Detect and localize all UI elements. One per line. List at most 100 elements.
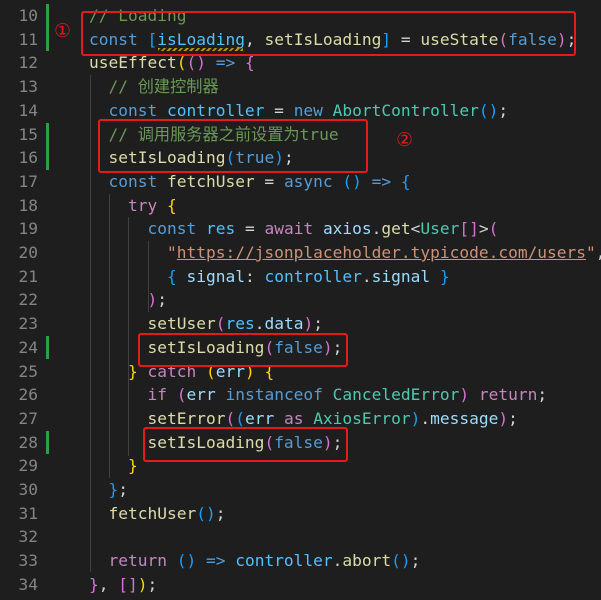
code-token: err [186, 385, 216, 405]
line-number: 19 [18, 219, 39, 239]
code-token: setUser [89, 314, 216, 334]
line-code: return () => controller.abort(); [89, 549, 420, 573]
line-number: 23 [18, 314, 39, 334]
code-token: . [361, 266, 372, 286]
line-code: try { [89, 194, 177, 218]
line-code: "https://jsonplaceholder.typicode.com/us… [89, 241, 601, 265]
code-token: { [166, 266, 177, 286]
code-token: signal [176, 266, 245, 286]
code-token: " [89, 243, 177, 262]
code-token: // 创建控制器 [89, 77, 219, 97]
code-token: = [264, 100, 294, 120]
code-token: ; [215, 503, 226, 523]
line-number: 21 [18, 266, 39, 286]
line-code: const fetchUser = async () => { [89, 170, 411, 194]
code-token: CanceledError [332, 385, 460, 405]
code-token: const [89, 171, 167, 191]
code-token: new [293, 100, 333, 120]
code-token: ( [176, 385, 187, 405]
code-token: controller [166, 100, 265, 120]
code-token: " [586, 243, 596, 262]
line-number: 22 [18, 290, 39, 310]
annotation-badge-2: ② [396, 129, 414, 151]
code-token: ; [118, 480, 128, 499]
line-code: { signal: controller.signal } [89, 265, 450, 289]
code-token: () [186, 53, 206, 73]
code-token: await [264, 219, 323, 239]
line-number: 17 [18, 171, 39, 191]
code-token: ( [488, 219, 499, 239]
code-token: } [108, 480, 119, 499]
code-token: ; [508, 408, 518, 428]
code-token: ( [215, 314, 226, 334]
line-number: 27 [18, 408, 39, 428]
code-token: { [400, 171, 411, 191]
code-token: as [274, 408, 314, 428]
code-token: axios [322, 219, 372, 239]
code-token: fetchUser [89, 503, 197, 523]
code-token: () [196, 503, 216, 523]
code-token: async [283, 171, 343, 191]
line-number: 34 [18, 574, 39, 594]
code-token: data [264, 314, 304, 334]
indent-guide [148, 241, 149, 312]
code-token: } [127, 456, 138, 476]
line-number: 20 [18, 243, 39, 262]
code-token: = [235, 219, 265, 239]
line-code: }; [89, 478, 129, 502]
code-token: [] [459, 219, 479, 239]
code-token: ) [303, 314, 314, 334]
code-token: return [89, 551, 177, 571]
code-token: < [410, 219, 421, 239]
gutter-modified-marker [46, 146, 49, 170]
code-token: . [420, 408, 431, 428]
gutter-modified-marker [46, 430, 49, 455]
code-token: res [205, 219, 236, 239]
code-token: return [469, 385, 538, 405]
line-number: 26 [18, 385, 39, 405]
gutter-modified-marker [46, 122, 49, 147]
code-token: { [244, 53, 255, 73]
line-number: 15 [18, 124, 39, 144]
code-token: ( [225, 408, 236, 428]
line-number: 16 [18, 148, 39, 168]
highlight-box-set-loading-false-catch [143, 427, 348, 462]
code-token: fetchUser [166, 171, 255, 191]
line-number: 14 [18, 100, 39, 120]
line-number: 31 [18, 503, 39, 523]
code-token: AxiosError [313, 408, 411, 428]
code-token: . [332, 551, 343, 571]
code-token: () [478, 100, 499, 120]
code-token: signal [371, 266, 431, 286]
annotation-badge-1: ① [54, 20, 72, 42]
line-number: 32 [18, 527, 39, 547]
code-token: } [127, 361, 138, 381]
code-token: ; [157, 290, 167, 310]
code-token: . [254, 314, 265, 334]
code-token: get [381, 219, 411, 239]
code-token: ) [137, 574, 148, 594]
code-token: , [596, 243, 601, 262]
code-line[interactable]: 34}, []); [0, 573, 601, 597]
code-token: => [361, 171, 401, 191]
line-number: 33 [18, 551, 39, 571]
line-number: 30 [18, 480, 39, 499]
indent-guide [90, 75, 91, 572]
gutter-modified-marker [46, 27, 49, 52]
code-token: ) [459, 385, 470, 405]
code-token: ; [537, 385, 548, 405]
code-editor[interactable]: 10// Loading 11 const [isLoading, setIsLoa… [0, 0, 601, 600]
code-token: } [430, 266, 450, 286]
line-code: const res = await axios.get<User[]>( [89, 217, 498, 241]
code-token: instanceof [215, 385, 333, 405]
code-token: if [89, 385, 177, 405]
highlight-box-set-loading-false-try [138, 333, 348, 367]
line-code: if (err instanceof CanceledError) return… [89, 383, 547, 407]
highlight-box-set-loading-true [98, 119, 368, 173]
line-number: 11 [18, 29, 39, 49]
code-token: ( [176, 53, 187, 73]
line-number: 12 [18, 53, 39, 73]
highlight-box-state-declaration [81, 11, 576, 56]
